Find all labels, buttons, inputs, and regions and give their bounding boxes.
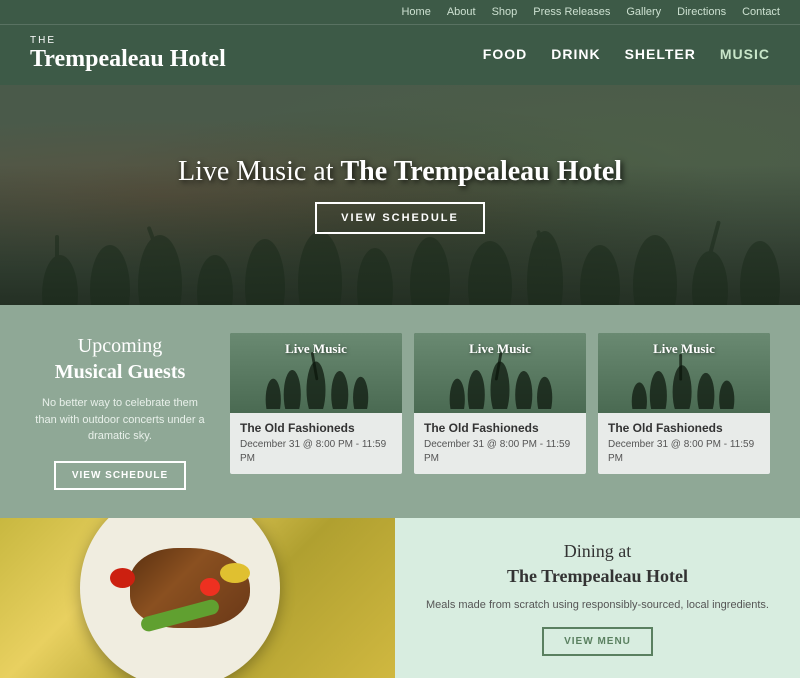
dining-info: Dining at The Trempealeau Hotel Meals ma… <box>395 518 800 678</box>
top-nav-contact[interactable]: Contact <box>742 6 780 18</box>
top-nav-directions[interactable]: Directions <box>677 6 726 18</box>
logo-name: Trempealeau Hotel <box>30 46 226 72</box>
logo-the: THE <box>30 35 226 46</box>
food-tomato-1 <box>110 568 135 588</box>
event-card-1[interactable]: Live Music The Old Fashioneds December 3… <box>230 333 402 474</box>
dining-description: Meals made from scratch using responsibl… <box>426 597 769 614</box>
top-nav: Home About Shop Press Releases Gallery D… <box>0 0 800 24</box>
event-card-1-image: Live Music <box>230 333 402 413</box>
event-card-3-info: The Old Fashioneds December 31 @ 8:00 PM… <box>598 413 770 474</box>
hero-title: Live Music at The Trempealeau Hotel <box>178 156 622 188</box>
hero-content: Live Music at The Trempealeau Hotel VIEW… <box>0 85 800 305</box>
top-nav-gallery[interactable]: Gallery <box>626 6 661 18</box>
nav-music[interactable]: MUSIC <box>720 46 770 62</box>
main-nav: FOOD DRINK SHELTER MUSIC <box>483 46 770 62</box>
hero-section: Live Music at The Trempealeau Hotel VIEW… <box>0 85 800 305</box>
upcoming-heading: Upcoming Musical Guests <box>30 333 210 385</box>
top-nav-shop[interactable]: Shop <box>492 6 518 18</box>
event-card-2-date: December 31 @ 8:00 PM - 11:59 PM <box>424 438 576 466</box>
event-card-2-info: The Old Fashioneds December 31 @ 8:00 PM… <box>414 413 586 474</box>
event-card-2[interactable]: Live Music The Old Fashioneds December 3… <box>414 333 586 474</box>
event-card-3-name: The Old Fashioneds <box>608 421 760 435</box>
event-card-1-name: The Old Fashioneds <box>240 421 392 435</box>
event-card-3-date: December 31 @ 8:00 PM - 11:59 PM <box>608 438 760 466</box>
event-card-3[interactable]: Live Music The Old Fashioneds December 3… <box>598 333 770 474</box>
dining-title: Dining at The Trempealeau Hotel <box>507 539 688 589</box>
upcoming-description: No better way to celebrate them than wit… <box>30 395 210 445</box>
event-card-2-label: Live Music <box>469 341 531 357</box>
event-card-1-label: Live Music <box>285 341 347 357</box>
upcoming-section: Upcoming Musical Guests No better way to… <box>0 305 800 518</box>
view-schedule-upcoming-button[interactable]: VIEW SCHEDULE <box>54 461 186 490</box>
event-cards-container: Live Music The Old Fashioneds December 3… <box>230 333 770 474</box>
event-card-1-info: The Old Fashioneds December 31 @ 8:00 PM… <box>230 413 402 474</box>
food-tomato-2 <box>200 578 220 596</box>
food-image <box>0 518 395 678</box>
event-card-1-date: December 31 @ 8:00 PM - 11:59 PM <box>240 438 392 466</box>
event-card-2-image: Live Music <box>414 333 586 413</box>
food-accent <box>220 563 250 583</box>
view-schedule-hero-button[interactable]: VIEW SCHEDULE <box>315 202 485 234</box>
bottom-section: Dining at The Trempealeau Hotel Meals ma… <box>0 518 800 678</box>
top-nav-press[interactable]: Press Releases <box>533 6 610 18</box>
top-nav-about[interactable]: About <box>447 6 476 18</box>
event-card-3-label: Live Music <box>653 341 715 357</box>
nav-drink[interactable]: DRINK <box>551 46 600 62</box>
nav-shelter[interactable]: SHELTER <box>625 46 696 62</box>
nav-food[interactable]: FOOD <box>483 46 527 62</box>
view-menu-button[interactable]: VIEW MENU <box>542 627 653 656</box>
event-card-3-image: Live Music <box>598 333 770 413</box>
main-header: THE Trempealeau Hotel FOOD DRINK SHELTER… <box>0 24 800 85</box>
logo: THE Trempealeau Hotel <box>30 35 226 73</box>
event-card-2-name: The Old Fashioneds <box>424 421 576 435</box>
upcoming-text: Upcoming Musical Guests No better way to… <box>30 333 210 490</box>
top-nav-home[interactable]: Home <box>401 6 430 18</box>
